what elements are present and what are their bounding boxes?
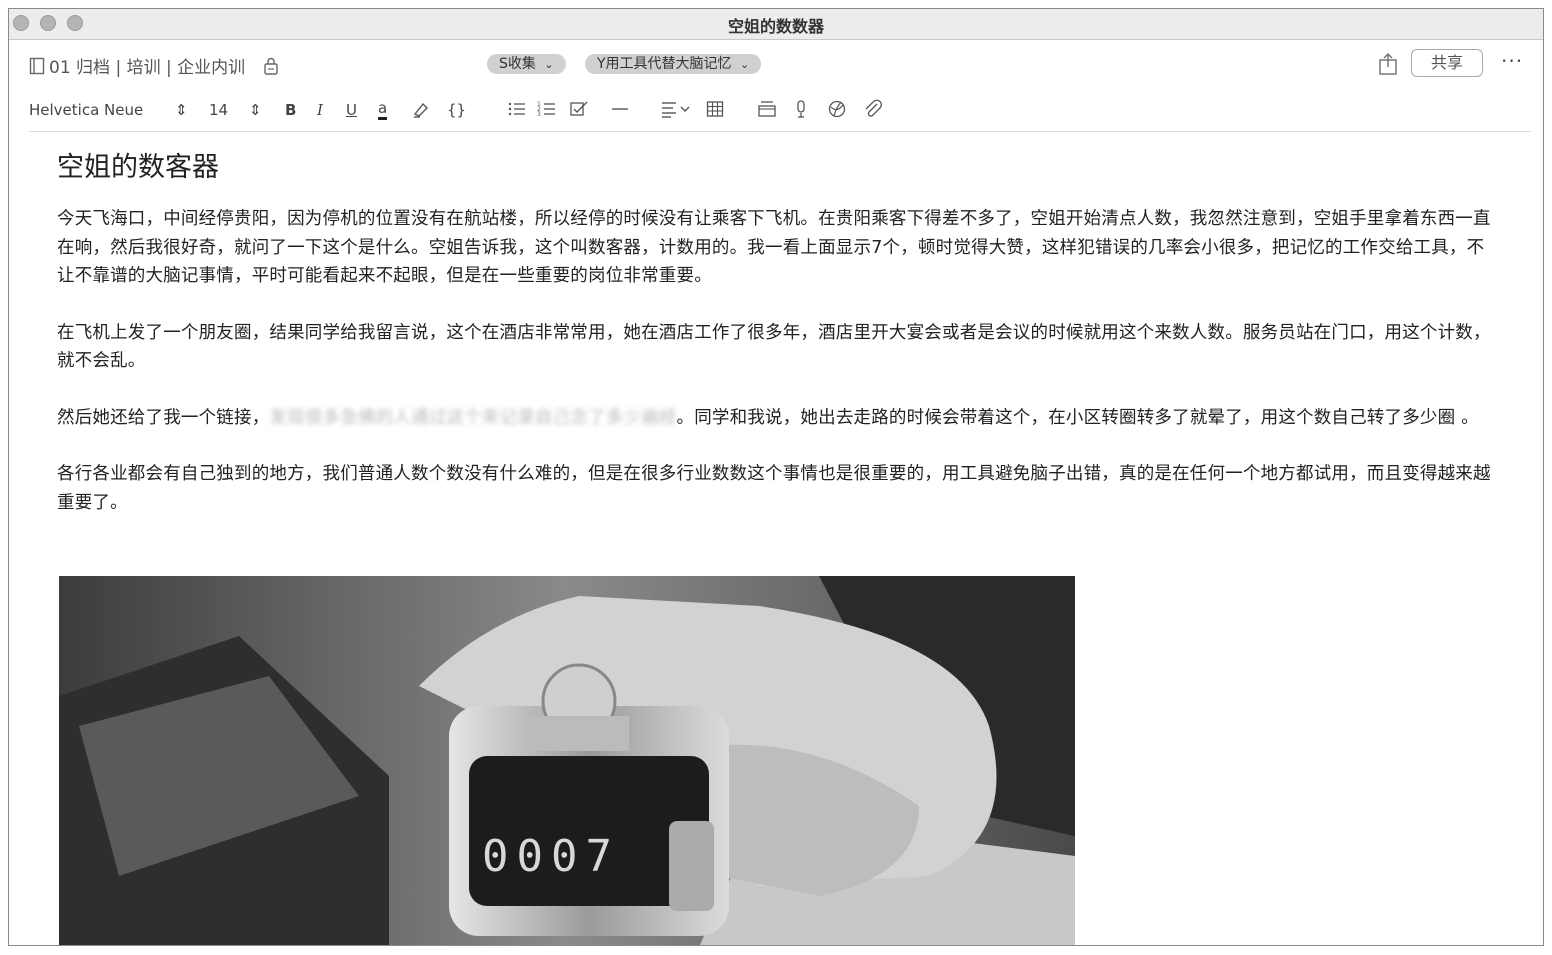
paragraph[interactable]: 各行各业都会有自己独到的地方，我们普通人数个数没有什么难的，但是在很多行业数数这… <box>57 460 1502 517</box>
counter-reading: 0007 <box>482 831 620 882</box>
bold-button[interactable]: B <box>285 99 296 121</box>
share-button[interactable]: 共享 <box>1411 49 1483 77</box>
paragraph[interactable]: 今天飞海口，中间经停贵阳，因为停机的位置没有在航站楼，所以经停的时候没有让乘客下… <box>57 205 1502 291</box>
toolbar-divider <box>29 131 1531 132</box>
table-icon[interactable] <box>706 99 724 121</box>
highlighter-icon[interactable] <box>411 99 431 121</box>
underline-button[interactable]: U <box>346 99 357 121</box>
divider-line-icon[interactable] <box>611 99 629 121</box>
align-left-icon[interactable] <box>661 99 691 121</box>
tag-chip-collect[interactable]: S收集 ⌄ <box>487 54 566 74</box>
svg-text:3: 3 <box>537 111 541 118</box>
numbered-list-icon[interactable]: 123 <box>537 99 557 121</box>
more-options-button[interactable]: ··· <box>1501 49 1523 73</box>
paragraph-text: 然后她还给了我一个链接， <box>57 407 270 428</box>
format-toolbar: Helvetica Neue ⇕ 14 ⇕ B I U a {} 123 <box>9 91 1543 131</box>
note-title[interactable]: 空姐的数客器 <box>57 151 1502 185</box>
sketch-icon[interactable] <box>827 99 847 121</box>
embedded-photo-tally-counter[interactable]: 0007 <box>59 576 1075 945</box>
italic-button[interactable]: I <box>317 99 323 121</box>
paragraph-text: 。同学和我说，她出去走路的时候会带着这个，在小区转圈转多了就晕了，用这个数自己转… <box>676 407 1479 428</box>
section-break-icon[interactable] <box>757 99 777 121</box>
code-block-button[interactable]: {} <box>447 99 466 121</box>
note-editor[interactable]: 空姐的数客器 今天飞海口，中间经停贵阳，因为停机的位置没有在航站楼，所以经停的时… <box>57 149 1502 545</box>
chevron-down-icon: ⌄ <box>544 58 554 71</box>
lock-icon[interactable] <box>263 57 279 75</box>
font-family-select[interactable]: Helvetica Neue <box>29 99 143 121</box>
chevron-down-icon: ⌄ <box>740 58 750 71</box>
paragraph[interactable]: 然后她还给了我一个链接，发现很多急佛的人通过这个来记录自己念了多少遍经。同学和我… <box>57 404 1502 433</box>
share-icon[interactable] <box>1375 51 1401 77</box>
paragraph[interactable]: 在飞机上发了一个朋友圈，结果同学给我留言说，这个在酒店非常常用，她在酒店工作了很… <box>57 319 1502 376</box>
attachment-icon[interactable] <box>863 99 883 121</box>
bullet-list-icon[interactable] <box>507 99 527 121</box>
microphone-icon[interactable] <box>793 99 809 121</box>
note-info-bar: 01 归档 | 培训 | 企业内训 S收集 ⌄ Y用工具代替大脑记忆 ⌄ 共享 … <box>9 39 1543 91</box>
font-size-select[interactable]: 14 <box>209 99 228 121</box>
font-family-value: Helvetica Neue <box>29 101 144 119</box>
notebook-icon <box>29 57 45 74</box>
breadcrumb-text: 01 归档 | 培训 | 企业内训 <box>49 58 246 78</box>
app-window: 空姐的数数器 01 归档 | 培训 | 企业内训 S收集 ⌄ Y用工具代替大脑记… <box>8 8 1544 946</box>
blurred-link[interactable]: 发现很多急佛的人通过这个来记录自己念了多少遍经 <box>269 408 676 428</box>
checklist-icon[interactable] <box>569 99 589 121</box>
window-title: 空姐的数数器 <box>727 17 824 36</box>
tag-label: Y用工具代替大脑记忆 <box>597 56 732 72</box>
stepper-icon[interactable]: ⇕ <box>175 99 188 121</box>
breadcrumb[interactable]: 01 归档 | 培训 | 企业内训 <box>29 53 279 78</box>
title-bar: 空姐的数数器 <box>9 9 1543 40</box>
text-color-button[interactable]: a <box>378 99 388 120</box>
tag-chip-tools-memory[interactable]: Y用工具代替大脑记忆 ⌄ <box>585 54 762 74</box>
tag-label: S收集 <box>499 56 536 72</box>
font-size-value: 14 <box>209 101 229 119</box>
stepper-icon[interactable]: ⇕ <box>249 99 262 121</box>
